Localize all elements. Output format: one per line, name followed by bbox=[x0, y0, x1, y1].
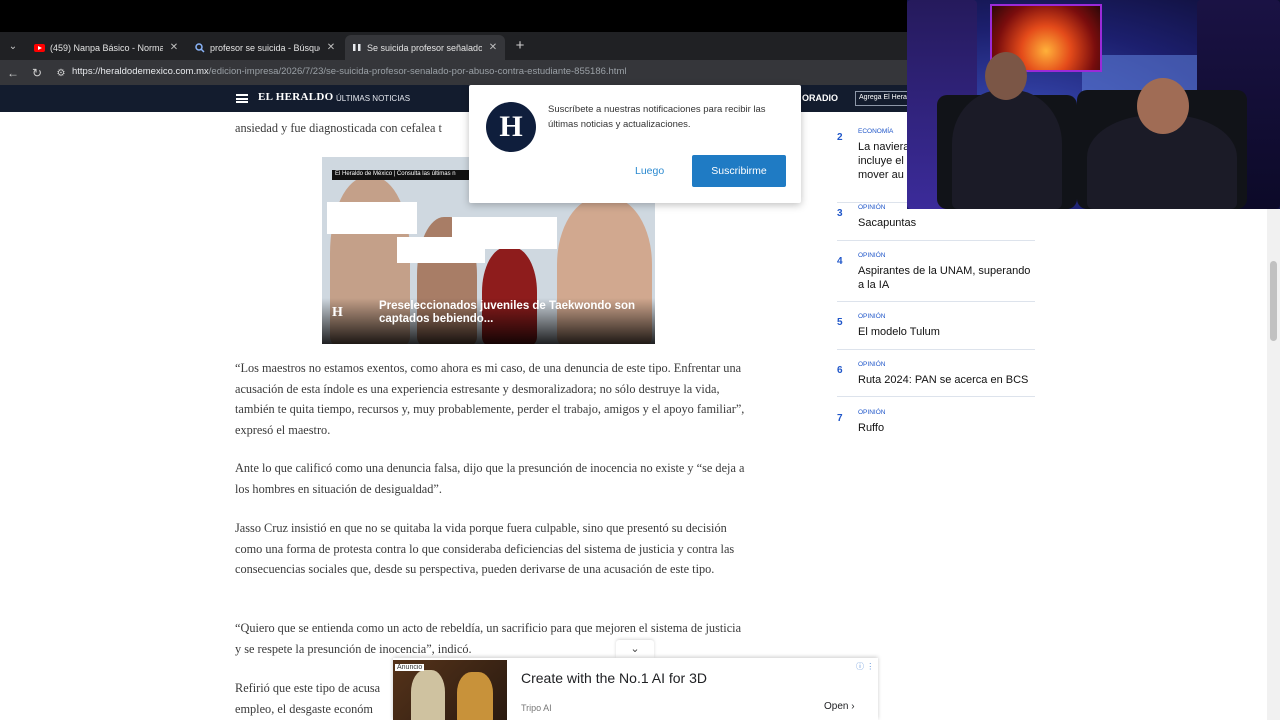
trending-title: El modelo Tulum bbox=[858, 326, 940, 338]
later-button[interactable]: Luego bbox=[635, 165, 664, 177]
new-tab-button[interactable]: + bbox=[511, 37, 529, 55]
ad-statue bbox=[457, 672, 493, 720]
trending-title: Ruffo bbox=[858, 422, 885, 434]
radio-link[interactable]: ORADIO bbox=[802, 93, 838, 103]
trending-number: 4 bbox=[837, 256, 843, 267]
video-redaction bbox=[452, 217, 557, 249]
trending-category: OPINIÓN bbox=[858, 409, 886, 416]
heraldo-logo-icon: H bbox=[332, 305, 343, 320]
trending-item[interactable]: 3 OPINIÓN Sacapuntas bbox=[837, 204, 1035, 241]
ultimas-noticias-link[interactable]: ÚLTIMAS NOTICIAS bbox=[336, 94, 410, 103]
trending-category: ECONOMÍA bbox=[858, 128, 894, 135]
article-paragraph: Jasso Cruz insistió en que no se quitaba… bbox=[235, 521, 735, 577]
heraldo-logo-icon: H bbox=[486, 102, 536, 152]
chevron-right-icon: › bbox=[851, 701, 855, 712]
trending-number: 7 bbox=[837, 413, 843, 424]
article-paragraph: “Quiero que se entienda como un acto de … bbox=[235, 621, 742, 656]
trending-title: Ruta 2024: PAN se acerca en BCS bbox=[858, 374, 1029, 386]
tab-label: Se suicida profesor señalado por a... bbox=[367, 42, 482, 53]
tab-youtube[interactable]: (459) Nanpa Básico - Normal (Vi... ✕ bbox=[28, 35, 186, 60]
tab-label: profesor se suicida - Búsqueda bbox=[210, 42, 320, 53]
trending-item[interactable]: 5 OPINIÓN El modelo Tulum bbox=[837, 313, 1035, 350]
webcam-person-head bbox=[985, 52, 1027, 100]
tab-bar: ⌄ (459) Nanpa Básico - Normal (Vi... ✕ p… bbox=[0, 32, 910, 60]
article-paragraph: “Los maestros no estamos exentos, como a… bbox=[235, 361, 745, 437]
url-path: /edicion-impresa/2026/7/23/se-suicida-pr… bbox=[208, 66, 627, 77]
browser-toolbar: ← ↻ ⚙ https://heraldodemexico.com.mx/edi… bbox=[0, 60, 910, 85]
ad-label: Anuncio bbox=[395, 664, 425, 671]
trending-item[interactable]: 4 OPINIÓN Aspirantes de la UNAM, superan… bbox=[837, 252, 1035, 302]
ad-title[interactable]: Create with the No.1 AI for 3D bbox=[521, 670, 707, 686]
trending-item[interactable]: 6 OPINIÓN Ruta 2024: PAN se acerca en BC… bbox=[837, 361, 1035, 397]
close-tab-icon[interactable]: ✕ bbox=[487, 42, 499, 53]
trending-number: 6 bbox=[837, 365, 843, 376]
video-redaction bbox=[327, 202, 417, 234]
close-tab-icon[interactable]: ✕ bbox=[325, 42, 337, 53]
ad-collapse-button[interactable]: ⌄ bbox=[616, 640, 654, 658]
webcam-person bbox=[952, 90, 1062, 209]
page-scrollbar[interactable] bbox=[1267, 209, 1280, 720]
tab-label: (459) Nanpa Básico - Normal (Vi... bbox=[50, 42, 163, 53]
trending-category: OPINIÓN bbox=[858, 313, 886, 320]
ad-info-icon[interactable]: ⓘ ⋮ bbox=[856, 661, 874, 672]
ad-statue bbox=[411, 670, 445, 720]
search-icon bbox=[194, 42, 205, 53]
subscribe-button[interactable]: Suscribirme bbox=[692, 155, 786, 187]
menu-icon[interactable] bbox=[236, 94, 248, 103]
ad-source: Tripo AI bbox=[521, 703, 552, 713]
notification-prompt: H Suscríbete a nuestras notificaciones p… bbox=[469, 85, 801, 203]
agrega-button[interactable]: Agrega El Hera bbox=[855, 91, 910, 106]
webcam-overlay bbox=[907, 0, 1280, 209]
bottom-ad[interactable]: Anuncio Create with the No.1 AI for 3D T… bbox=[393, 658, 878, 720]
close-tab-icon[interactable]: ✕ bbox=[168, 42, 180, 53]
article-paragraph: Refirió que este tipo de acusa empleo, e… bbox=[235, 681, 381, 716]
trending-title: Sacapuntas bbox=[858, 217, 917, 229]
trending-category: OPINIÓN bbox=[858, 204, 886, 211]
trending-item[interactable]: 7 OPINIÓN Ruffo bbox=[837, 409, 1035, 441]
address-bar[interactable]: https://heraldodemexico.com.mx/edicion-i… bbox=[72, 66, 626, 77]
trending-number: 2 bbox=[837, 132, 843, 143]
youtube-icon bbox=[34, 42, 45, 53]
reload-icon[interactable]: ↻ bbox=[28, 64, 46, 82]
trending-title: La naviera incluye el mover au bbox=[858, 141, 910, 181]
site-logo[interactable]: EL HERALDO bbox=[258, 91, 333, 103]
notification-message: Suscríbete a nuestras notificaciones par… bbox=[548, 104, 766, 130]
trending-category: OPINIÓN bbox=[858, 252, 886, 259]
video-caption: Preseleccionados juveniles de Taekwondo … bbox=[379, 300, 636, 325]
trending-title: Aspirantes de la UNAM, superando a la IA bbox=[858, 265, 1031, 291]
tab-article[interactable]: Se suicida profesor señalado por a... ✕ bbox=[345, 35, 505, 60]
tab-search-chevron-icon[interactable]: ⌄ bbox=[4, 37, 22, 55]
page-right-area bbox=[1036, 209, 1270, 720]
trending-number: 3 bbox=[837, 208, 843, 219]
webcam-person-head bbox=[1137, 78, 1189, 134]
pause-icon bbox=[351, 42, 362, 53]
scrollbar-thumb[interactable] bbox=[1270, 261, 1277, 341]
ad-image: Anuncio bbox=[393, 660, 507, 720]
tab-search[interactable]: profesor se suicida - Búsqueda ✕ bbox=[188, 35, 343, 60]
site-info-icon[interactable]: ⚙ bbox=[52, 64, 70, 82]
ad-open-button[interactable]: Open › bbox=[824, 701, 855, 712]
article-paragraph: Ante lo que calificó como una denuncia f… bbox=[235, 461, 745, 496]
trending-number: 5 bbox=[837, 317, 843, 328]
back-arrow-icon[interactable]: ← bbox=[4, 64, 22, 82]
trending-category: OPINIÓN bbox=[858, 361, 886, 368]
ad-open-label: Open bbox=[824, 701, 849, 712]
url-host: https://heraldodemexico.com.mx bbox=[72, 66, 209, 77]
